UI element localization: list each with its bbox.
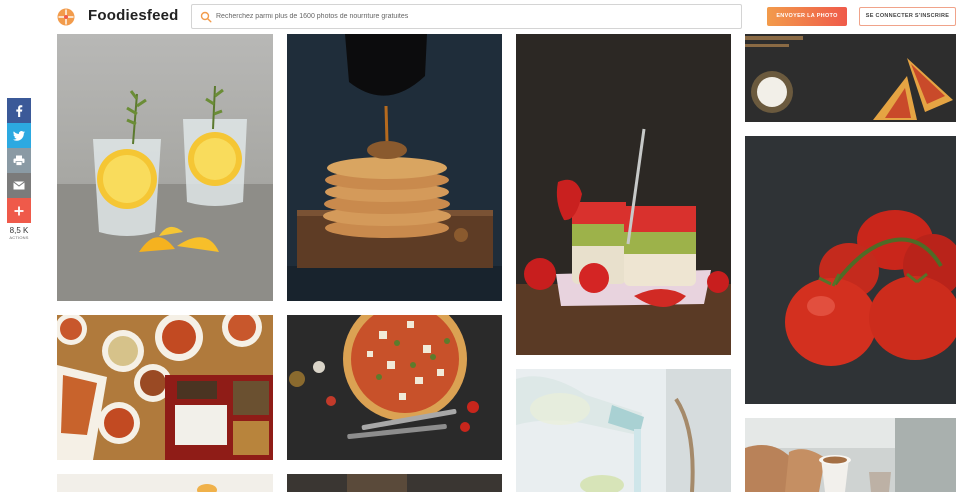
search-icon [200, 11, 212, 23]
photo-pizza-image [287, 315, 502, 460]
photo-pizza[interactable] [287, 315, 502, 460]
photo-partial-bottom-left-image [57, 474, 273, 492]
photo-partial-bottom-middle[interactable] [287, 474, 502, 492]
print-icon [13, 155, 25, 166]
photo-strawberry-parfaits-image [516, 34, 731, 355]
photo-lemon-water-image [57, 34, 273, 301]
photo-coffee-image [745, 418, 956, 492]
photo-water-pouring[interactable] [516, 369, 731, 492]
upload-photo-button[interactable]: ENVOYER LA PHOTO [767, 7, 847, 26]
photo-pizza-slices-image [745, 34, 956, 122]
photo-lemon-water[interactable] [57, 34, 273, 301]
photo-asian-dishes-image [57, 315, 273, 460]
photo-tomatoes-image [745, 136, 956, 404]
photo-coffee[interactable] [745, 418, 956, 492]
header: Foodiesfeed ENVOYER LA PHOTO SE CONNECTE… [0, 0, 956, 34]
photo-pizza-slices[interactable] [745, 34, 956, 122]
photo-water-pouring-image [516, 369, 731, 492]
photo-tomatoes[interactable] [745, 136, 956, 404]
facebook-icon [16, 104, 23, 117]
plus-icon [14, 206, 24, 215]
photo-asian-dishes[interactable] [57, 315, 273, 460]
more-share-button[interactable] [7, 198, 31, 223]
share-count: 8,5 K [9, 226, 29, 235]
photo-pancakes[interactable] [287, 34, 502, 301]
facebook-share-button[interactable] [7, 98, 31, 123]
share-bar: 8,5 K ACTIONS [7, 98, 31, 240]
email-share-button[interactable] [7, 173, 31, 198]
share-label: ACTIONS [9, 235, 29, 240]
search-input[interactable] [216, 5, 736, 28]
photo-pancakes-image [287, 34, 502, 301]
logo-text[interactable]: Foodiesfeed [88, 7, 179, 24]
photo-partial-bottom-left[interactable] [57, 474, 273, 492]
twitter-icon [13, 130, 25, 141]
photo-strawberry-parfaits[interactable] [516, 34, 731, 355]
page: Foodiesfeed ENVOYER LA PHOTO SE CONNECTE… [0, 0, 956, 492]
email-icon [13, 181, 25, 190]
twitter-share-button[interactable] [7, 123, 31, 148]
login-signup-button[interactable]: SE CONNECTER S'INSCRIRE [859, 7, 956, 26]
logo-icon[interactable] [57, 8, 75, 26]
search-bar[interactable] [191, 4, 742, 29]
photo-partial-bottom-middle-image [287, 474, 502, 492]
print-share-button[interactable] [7, 148, 31, 173]
